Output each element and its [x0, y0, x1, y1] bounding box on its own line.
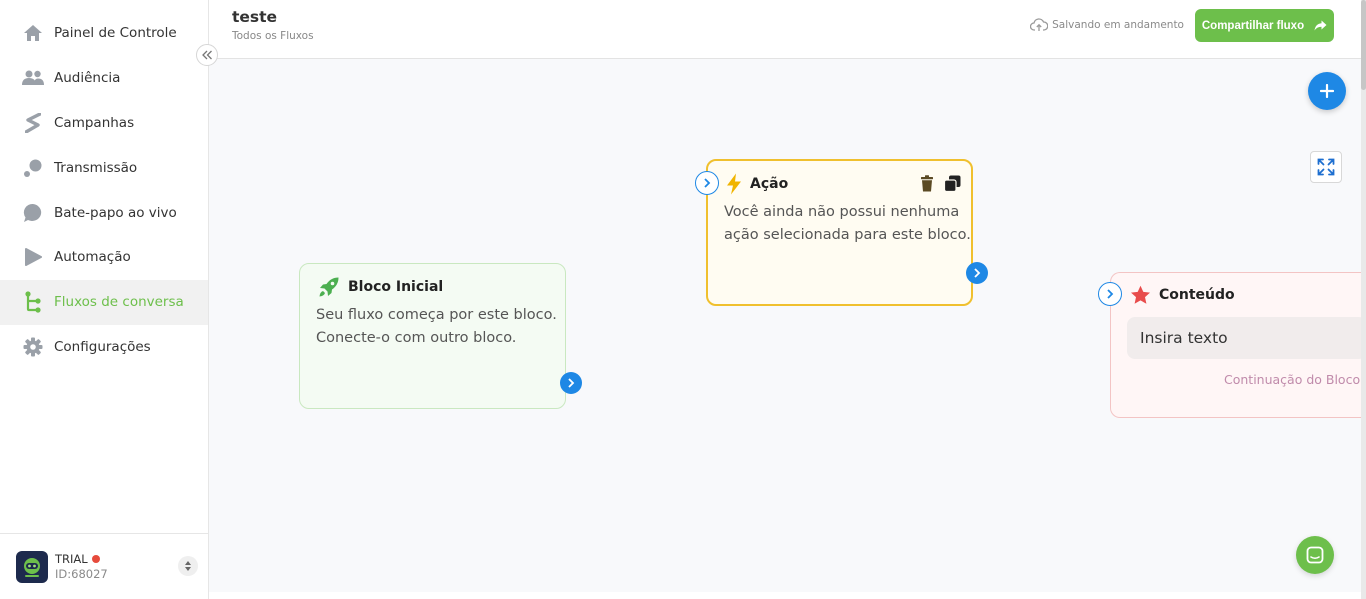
block-title: Conteúdo [1159, 287, 1235, 303]
sidebar-item-label: Configurações [54, 338, 151, 355]
double-chevron-left-icon [202, 50, 212, 60]
top-header: teste Todos os Fluxos Salvando em andame… [209, 0, 1361, 59]
block-title: Ação [750, 176, 789, 192]
share-flow-label: Compartilhar fluxo [1201, 19, 1305, 32]
chevron-right-icon [1107, 289, 1114, 299]
expand-icon [1317, 158, 1335, 176]
sidebar-item-fluxos-de-conversa[interactable]: Fluxos de conversa [0, 279, 208, 325]
canvas-footer [209, 592, 1361, 599]
share-arrow-icon [1314, 20, 1327, 31]
chevron-right-icon [704, 178, 711, 188]
lightning-icon [726, 173, 742, 195]
content-text-input[interactable]: Insira texto [1127, 317, 1361, 359]
share-flow-button[interactable]: Compartilhar fluxo [1195, 9, 1334, 42]
block-title: Bloco Inicial [348, 279, 444, 295]
support-chat-button[interactable] [1296, 536, 1334, 574]
add-block-button[interactable] [1308, 72, 1346, 110]
chat-icon [1306, 546, 1324, 564]
action-block-header: Ação [726, 173, 788, 195]
chevron-right-icon [974, 268, 981, 278]
cloud-upload-icon [1030, 18, 1049, 32]
block-description: Você ainda não possui nenhuma ação selec… [724, 204, 971, 243]
home-icon [22, 22, 44, 44]
users-icon [22, 67, 44, 89]
star-icon [1130, 285, 1151, 305]
saving-status-text: Salvando em andamento [1052, 19, 1184, 31]
sidebar-item-label: Campanhas [54, 114, 135, 131]
sidebar-item-label: Bate-papo ao vivo [54, 204, 177, 221]
sidebar-item-automacao[interactable]: Automação [0, 235, 208, 280]
start-block-output-port[interactable] [560, 372, 582, 394]
flow-icon [22, 291, 44, 313]
automation-icon [22, 246, 44, 268]
block-tools [910, 175, 961, 192]
sidebar-item-label: Fluxos de conversa [54, 294, 184, 311]
action-block-input-port[interactable] [695, 171, 719, 195]
plus-icon [1320, 84, 1334, 98]
sidebar-item-audiencia[interactable]: Audiência [0, 56, 208, 101]
content-block-header: Conteúdo [1130, 285, 1235, 305]
sidebar: Painel de Controle Audiência Campanhas T… [0, 0, 209, 599]
saving-status: Salvando em andamento [1030, 18, 1184, 32]
account-info: TRIAL ID:68027 [55, 552, 108, 582]
page-scrollbar[interactable] [1361, 0, 1366, 599]
duplicate-icon[interactable] [944, 175, 961, 192]
chevron-right-icon [568, 378, 575, 388]
block-continuation-link[interactable]: Continuação do Bloco [1224, 372, 1360, 387]
broadcast-icon [22, 157, 44, 179]
trash-icon[interactable] [920, 175, 934, 192]
start-block-header: Bloco Inicial [318, 276, 443, 298]
sidebar-item-label: Painel de Controle [54, 25, 177, 42]
action-block-output-port[interactable] [966, 262, 988, 284]
account-plan: TRIAL [55, 552, 108, 567]
scrollbar-thumb[interactable] [1361, 0, 1366, 90]
sidebar-item-label: Automação [54, 249, 131, 266]
gear-icon [22, 336, 44, 358]
sidebar-item-bate-papo[interactable]: Bate-papo ao vivo [0, 190, 208, 235]
sidebar-item-transmissao[interactable]: Transmissão [0, 145, 208, 190]
avatar [16, 550, 48, 583]
flow-canvas[interactable]: Bloco Inicial Seu fluxo começa por este … [209, 59, 1361, 592]
status-dot [91, 555, 100, 563]
rocket-icon [318, 276, 340, 298]
sidebar-item-painel-de-controle[interactable]: Painel de Controle [0, 11, 208, 56]
account-switcher[interactable]: TRIAL ID:68027 [0, 533, 208, 599]
fullscreen-button[interactable] [1310, 151, 1342, 183]
sidebar-item-label: Audiência [54, 70, 121, 87]
page-title: teste [232, 8, 278, 26]
sidebar-item-label: Transmissão [54, 159, 138, 176]
chat-bubble-icon [22, 202, 44, 224]
sort-icon[interactable] [178, 556, 198, 576]
campaign-icon [22, 112, 44, 134]
content-block-input-port[interactable] [1098, 282, 1122, 306]
content-block[interactable]: Conteúdo Insira texto Continuação do Blo… [1098, 272, 1361, 418]
action-block[interactable]: Ação Você ainda não possui nenhuma ação … [695, 159, 988, 306]
collapse-sidebar-button[interactable] [196, 44, 218, 66]
account-id: ID:68027 [55, 566, 108, 581]
start-block[interactable]: Bloco Inicial Seu fluxo começa por este … [299, 263, 582, 409]
sidebar-item-campanhas[interactable]: Campanhas [0, 101, 208, 146]
sidebar-item-configuracoes[interactable]: Configurações [0, 325, 208, 370]
sidebar-nav: Painel de Controle Audiência Campanhas T… [0, 11, 208, 369]
breadcrumb[interactable]: Todos os Fluxos [232, 30, 314, 42]
block-description: Seu fluxo começa por este bloco. Conecte… [316, 307, 557, 346]
